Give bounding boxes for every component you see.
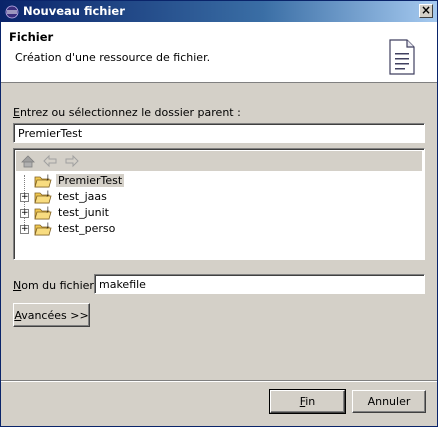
close-button[interactable]: ×	[419, 4, 433, 18]
window-title: Nouveau fichier	[23, 4, 125, 18]
project-folder-icon: J	[34, 174, 52, 188]
tree-item-label: test_junit	[58, 206, 109, 219]
finish-label: in	[305, 395, 316, 408]
svg-text:J: J	[46, 222, 49, 229]
file-name-label-mnemonic: N	[13, 279, 22, 292]
cancel-label: Annuler	[367, 395, 411, 408]
file-name-label-text: om du fichier :	[21, 279, 102, 292]
parent-folder-label: Entrez ou sélectionnez le dossier parent…	[13, 106, 241, 119]
parent-folder-label-mnemonic: E	[13, 106, 20, 119]
footer-separator	[1, 380, 437, 382]
expand-icon[interactable]: +	[20, 193, 29, 202]
tree-item-label: PremierTest	[56, 174, 125, 187]
svg-text:J: J	[46, 206, 49, 213]
file-name-input[interactable]	[94, 274, 425, 294]
finish-button[interactable]: Fin	[269, 389, 346, 414]
tree-toolbar	[16, 151, 422, 171]
expand-icon[interactable]: +	[20, 209, 29, 218]
back-arrow-icon[interactable]	[42, 154, 58, 168]
svg-text:J: J	[46, 190, 49, 197]
folder-tree[interactable]: J PremierTest + J test_jaas + J test_jun…	[13, 148, 425, 260]
close-icon: ×	[420, 3, 432, 17]
wizard-title: Fichier	[9, 30, 54, 44]
advanced-button[interactable]: Avancées >>	[13, 303, 90, 327]
eclipse-icon	[5, 5, 19, 19]
wizard-description: Création d'une ressource de fichier.	[15, 51, 211, 64]
tree-item-label: test_perso	[58, 222, 116, 235]
new-file-dialog: Nouveau fichier × Fichier Création d'une…	[0, 0, 438, 427]
tree-item[interactable]: J PremierTest	[18, 173, 418, 189]
svg-text:J: J	[46, 174, 49, 181]
document-icon	[389, 39, 415, 75]
file-name-label: Nom du fichier :	[13, 279, 101, 292]
tree-item[interactable]: + J test_junit	[18, 205, 418, 221]
parent-folder-input[interactable]	[13, 123, 425, 143]
tree-item[interactable]: + J test_perso	[18, 221, 418, 237]
tree-item-label: test_jaas	[58, 190, 107, 203]
tree-item[interactable]: + J test_jaas	[18, 189, 418, 205]
project-folder-icon: J	[34, 190, 52, 204]
expand-icon[interactable]: +	[20, 225, 29, 234]
advanced-label: vancées >>	[21, 308, 89, 322]
cancel-button[interactable]: Annuler	[352, 390, 426, 413]
parent-folder-label-text: ntrez ou sélectionnez le dossier parent …	[19, 106, 241, 119]
project-folder-icon: J	[34, 206, 52, 220]
home-icon[interactable]	[20, 154, 36, 168]
title-bar[interactable]: Nouveau fichier ×	[1, 1, 437, 22]
forward-arrow-icon[interactable]	[64, 154, 80, 168]
project-folder-icon: J	[34, 222, 52, 236]
wizard-header: Fichier Création d'une ressource de fich…	[1, 22, 437, 83]
